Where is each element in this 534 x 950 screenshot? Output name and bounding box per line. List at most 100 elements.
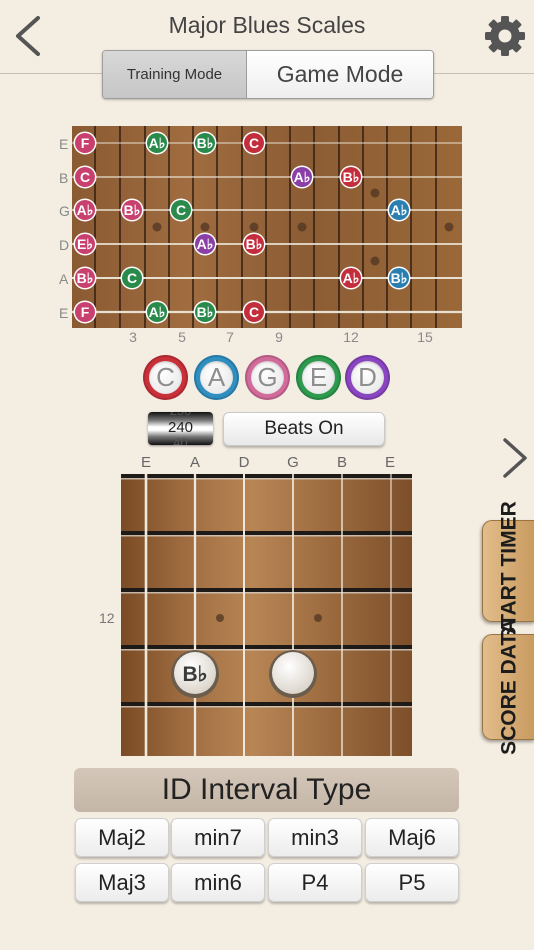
scale-note-marker[interactable]: B♭ [73, 266, 97, 290]
scale-note-marker[interactable]: F [73, 131, 97, 155]
inlay-dot [297, 222, 307, 232]
string-label: B [336, 454, 347, 471]
scale-note-marker[interactable]: B♭ [193, 300, 217, 324]
scale-note-label: A♭ [197, 236, 214, 252]
string-label: E [59, 305, 69, 321]
fret-wire [121, 702, 412, 706]
inlay-dot [152, 222, 162, 232]
scale-note-label: B♭ [246, 236, 263, 252]
caged-d-button[interactable]: D [345, 355, 390, 400]
chevron-right-icon[interactable] [500, 436, 530, 480]
scale-fretboard-diagram[interactable]: F A♭ B♭ C C A♭ B♭ A♭ B♭ C A♭ E♭ A♭ B♭ B♭ C A♭ B♭ F A♭ B♭ C [72, 126, 462, 328]
answer-p5-button[interactable]: P5 [365, 863, 459, 902]
empty-note-marker[interactable] [269, 650, 317, 698]
start-timer-tab[interactable]: START TIMER [482, 501, 534, 641]
answer-min3-button[interactable]: min3 [268, 818, 362, 857]
fret-wire-highlight [121, 649, 412, 651]
scale-note-label: A♭ [149, 304, 166, 320]
tempo-next-value: 40 [173, 435, 188, 445]
scale-note-label: E♭ [77, 236, 93, 252]
inlay-dot [249, 222, 259, 232]
scale-note-marker[interactable]: A♭ [73, 198, 97, 222]
inlay-dot [200, 222, 210, 232]
page-title: Major Blues Scales [168, 12, 366, 38]
scale-note-marker[interactable]: C [242, 300, 266, 324]
tempo-picker[interactable]: 250 240 40 [148, 412, 213, 445]
scale-note-marker[interactable]: F [73, 300, 97, 324]
fret-number: 3 [129, 329, 137, 345]
fret-number: 15 [417, 329, 433, 345]
fret-wire [121, 531, 412, 535]
scale-note-marker[interactable]: A♭ [145, 300, 169, 324]
mode-segmented-control: Training Mode Game Mode [102, 50, 434, 99]
caged-g-button[interactable]: G [245, 355, 290, 400]
scale-note-marker[interactable]: C [120, 266, 144, 290]
inlay-dot [444, 222, 454, 232]
string-label: G [59, 203, 70, 219]
caged-c-button[interactable]: C [143, 355, 188, 400]
scale-note-label: B♭ [124, 202, 141, 218]
answer-p4-button[interactable]: P4 [268, 863, 362, 902]
scale-note-label: F [81, 304, 90, 320]
scale-note-marker[interactable]: B♭ [242, 232, 266, 256]
caged-a-button[interactable]: A [194, 355, 239, 400]
scale-note-label: B♭ [197, 135, 214, 151]
scale-note-marker[interactable]: B♭ [339, 165, 363, 189]
beats-toggle-button[interactable]: Beats On [223, 412, 385, 446]
scale-note-marker[interactable]: A♭ [290, 165, 314, 189]
scale-note-marker[interactable]: B♭ [193, 131, 217, 155]
fret-wire-highlight [121, 535, 412, 537]
answer-min7-button[interactable]: min7 [171, 818, 265, 857]
answer-min6-button[interactable]: min6 [171, 863, 265, 902]
gear-icon[interactable] [484, 15, 526, 57]
fret-wire [121, 588, 412, 592]
fret-number: 12 [99, 610, 115, 626]
scale-note-marker[interactable]: C [242, 131, 266, 155]
caged-e-label: E [302, 361, 335, 394]
active-note-label: B♭ [182, 663, 207, 686]
fret-number: 5 [178, 329, 186, 345]
tempo-prev-value: 250 [148, 412, 213, 418]
answer-maj3-button[interactable]: Maj3 [75, 863, 169, 902]
caged-e-button[interactable]: E [296, 355, 341, 400]
scale-note-label: A♭ [149, 135, 166, 151]
string-label: E [140, 454, 151, 471]
tempo-current-value: 240 [167, 419, 194, 436]
fret-wire [121, 474, 412, 478]
scale-note-label: B♭ [77, 270, 94, 286]
inlay-dot [370, 256, 380, 266]
scale-note-label: C [127, 270, 137, 286]
scale-note-marker[interactable]: E♭ [73, 232, 97, 256]
scale-note-label: B♭ [391, 270, 408, 286]
caged-a-label: A [200, 361, 233, 394]
string-label: B [59, 170, 69, 186]
string-label: G [287, 454, 299, 471]
training-mode-segment[interactable]: Training Mode [103, 51, 247, 98]
vertical-fretboard[interactable]: B♭ [121, 474, 412, 756]
scale-note-marker[interactable]: A♭ [193, 232, 217, 256]
score-data-tab[interactable]: SCORE DATA [482, 619, 534, 755]
scale-note-label: A♭ [294, 169, 311, 185]
scale-note-label: A♭ [77, 202, 94, 218]
scale-note-label: C [176, 202, 186, 218]
scale-note-label: B♭ [197, 304, 214, 320]
active-note-marker[interactable]: B♭ [171, 650, 219, 698]
scale-note-marker[interactable]: C [73, 165, 97, 189]
fret-number: 9 [275, 329, 283, 345]
scale-note-label: F [81, 135, 90, 151]
inlay-dot [370, 188, 380, 198]
answer-maj2-button[interactable]: Maj2 [75, 818, 169, 857]
string-label: E [59, 136, 69, 152]
scale-note-label: A♭ [391, 202, 408, 218]
scale-note-marker[interactable]: A♭ [145, 131, 169, 155]
caged-c-label: C [149, 361, 182, 394]
scale-note-marker[interactable]: A♭ [387, 198, 411, 222]
scale-note-label: A♭ [343, 270, 360, 286]
string-label: D [59, 237, 70, 253]
scale-note-marker[interactable]: C [169, 198, 193, 222]
game-mode-segment[interactable]: Game Mode [247, 51, 433, 98]
answer-maj6-button[interactable]: Maj6 [365, 818, 459, 857]
scale-note-marker[interactable]: A♭ [339, 266, 363, 290]
scale-note-marker[interactable]: B♭ [387, 266, 411, 290]
scale-note-marker[interactable]: B♭ [120, 198, 144, 222]
